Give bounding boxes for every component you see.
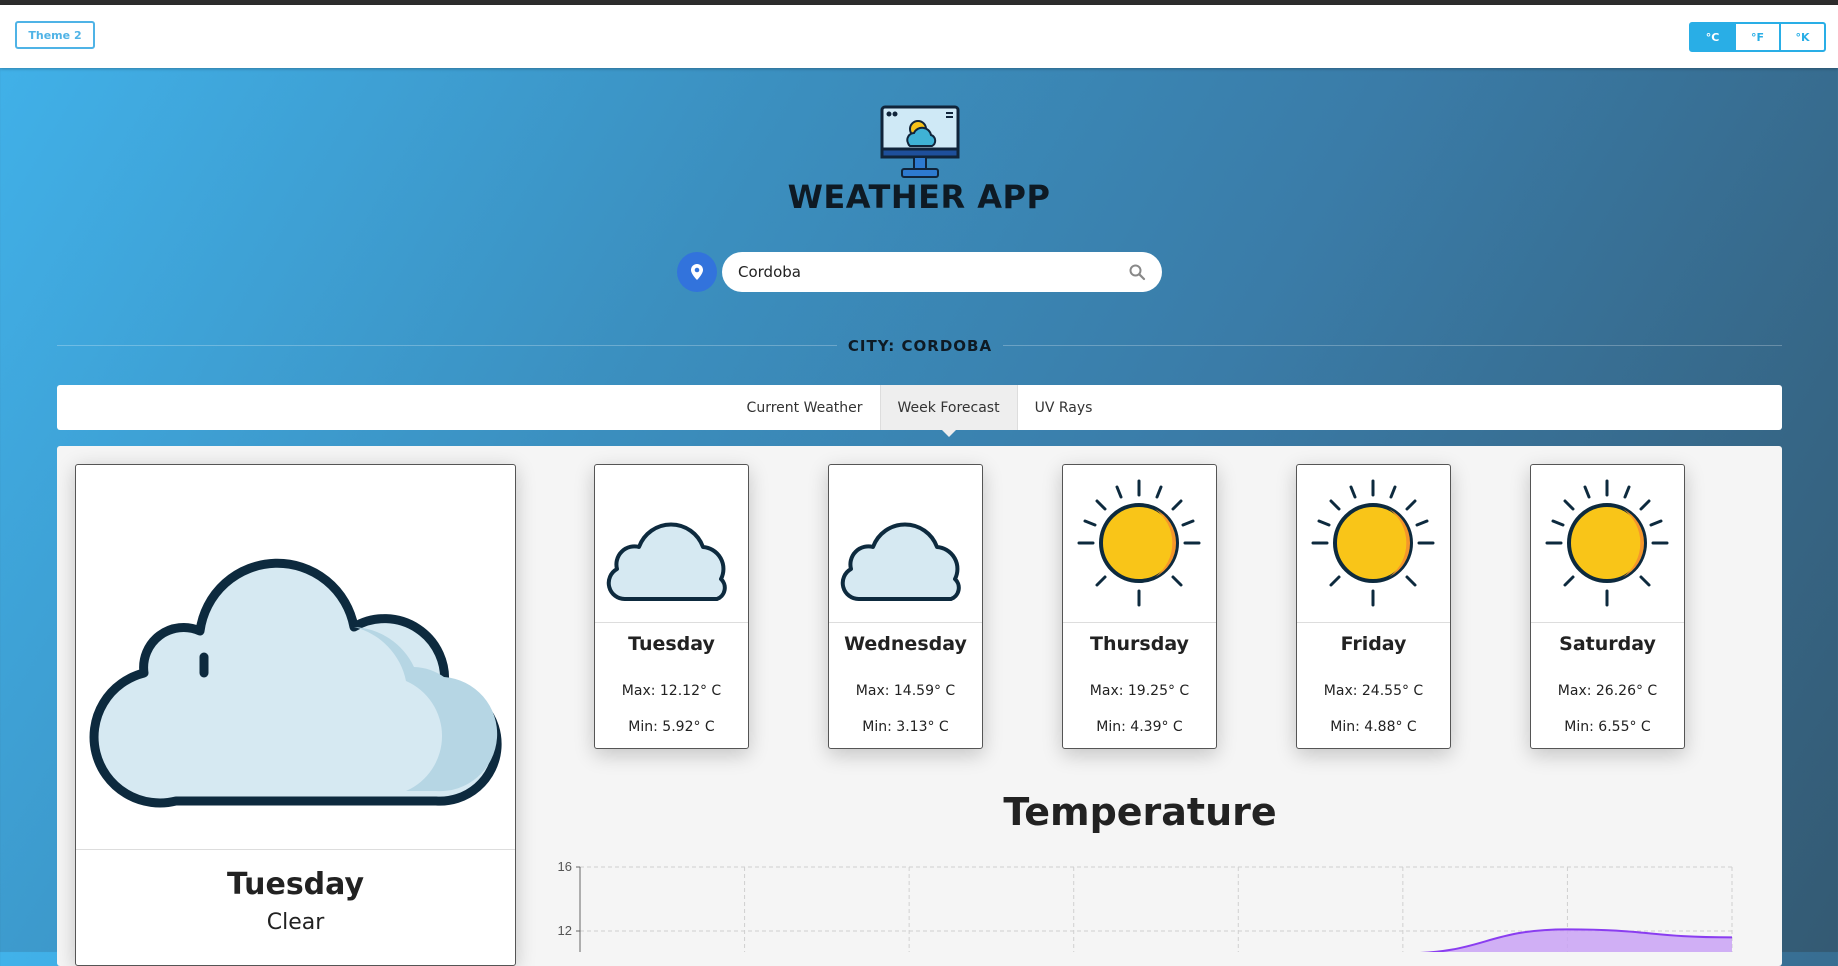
search-icon[interactable] [1128, 263, 1146, 281]
forecast-card: Friday Max: 24.55° C Min: 4.88° C [1296, 464, 1451, 749]
tab-week-forecast[interactable]: Week Forecast [879, 385, 1018, 437]
city-label: CITY: CORDOBA [847, 337, 993, 355]
today-card: Tuesday Clear [75, 464, 516, 966]
chart-title: Temperature [1003, 790, 1277, 834]
chart-y-tick-label: 12 [558, 923, 572, 938]
forecast-day: Friday [1340, 633, 1407, 655]
forecast-max: Max: 19.25° C [1089, 683, 1190, 699]
forecast-card: Thursday Max: 19.25° C Min: 4.39° C [1062, 464, 1217, 749]
forecast-max: Max: 14.59° C [855, 683, 956, 699]
city-search-input[interactable]: Cordoba [722, 252, 1162, 292]
divider-right [1003, 345, 1782, 346]
forecast-day: Tuesday [628, 633, 715, 655]
forecast-max: Max: 26.26° C [1557, 683, 1658, 699]
forecast-min: Min: 4.88° C [1330, 719, 1417, 735]
cloud-icon [595, 522, 748, 623]
sun-icon [1063, 479, 1216, 623]
forecast-max: Max: 12.12° C [621, 683, 722, 699]
today-day: Tuesday [226, 867, 365, 902]
tab-current-weather[interactable]: Current Weather [730, 385, 880, 430]
forecast-min: Min: 6.55° C [1564, 719, 1651, 735]
divider-left [57, 345, 837, 346]
tab-uv-rays[interactable]: UV Rays [1018, 385, 1110, 430]
unit-selector: °C °F °K [1689, 22, 1826, 52]
chart-y-tick-label: 16 [558, 859, 572, 874]
location-pin-icon [691, 264, 703, 280]
sun-icon [1531, 479, 1684, 623]
search-input-value[interactable]: Cordoba [738, 263, 1128, 281]
forecast-day: Thursday [1090, 633, 1189, 655]
forecast-max: Max: 24.55° C [1323, 683, 1424, 699]
forecast-day: Wednesday [844, 633, 967, 655]
forecast-min: Min: 3.13° C [862, 719, 949, 735]
forecast-min: Min: 5.92° C [628, 719, 715, 735]
cloud-icon [829, 522, 982, 623]
forecast-card: Saturday Max: 26.26° C Min: 6.55° C [1530, 464, 1685, 749]
theme-toggle-button[interactable]: Theme 2 [15, 21, 95, 49]
weather-monitor-icon [880, 105, 960, 178]
cloud-icon [76, 558, 515, 850]
temperature-chart: 1612 [558, 859, 1733, 952]
navbar: Theme 2 °C °F °K [0, 5, 1838, 68]
today-description: Clear [266, 910, 325, 935]
unit-kelvin-button[interactable]: °K [1779, 22, 1826, 52]
forecast-day: Saturday [1559, 633, 1656, 655]
forecast-card: Wednesday Max: 14.59° C Min: 3.13° C [828, 464, 983, 749]
tab-bar: Current Weather Week Forecast UV Rays [57, 385, 1782, 437]
app-title: WEATHER APP [787, 178, 1051, 216]
unit-celsius-button[interactable]: °C [1689, 22, 1736, 52]
unit-fahrenheit-button[interactable]: °F [1734, 22, 1781, 52]
sun-icon [1297, 479, 1450, 623]
forecast-card: Tuesday Max: 12.12° C Min: 5.92° C [594, 464, 749, 749]
location-button[interactable] [677, 252, 717, 292]
forecast-min: Min: 4.39° C [1096, 719, 1183, 735]
